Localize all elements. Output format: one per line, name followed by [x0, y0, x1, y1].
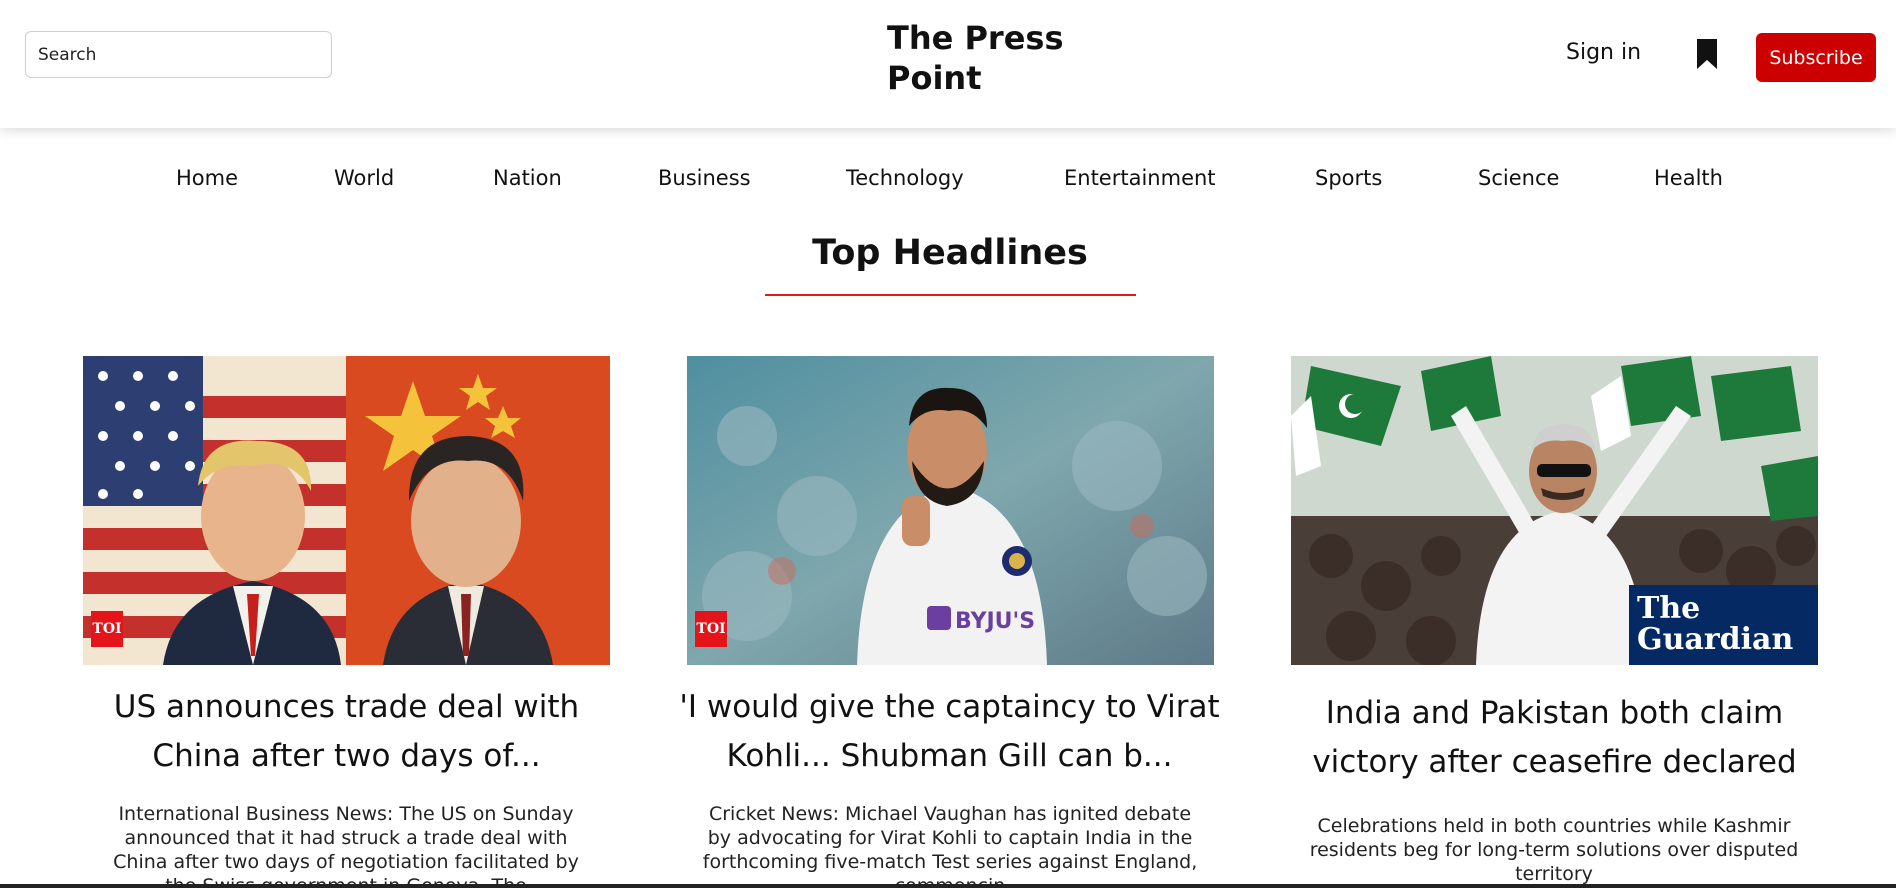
- article-title[interactable]: 'I would give the captaincy to Virat Koh…: [677, 683, 1222, 781]
- search-input[interactable]: [25, 31, 332, 78]
- nav-item-sports[interactable]: Sports: [1315, 166, 1382, 190]
- nav-item-health[interactable]: Health: [1654, 166, 1723, 190]
- guardian-logo: The Guardian: [1629, 585, 1818, 665]
- nav-item-home[interactable]: Home: [176, 166, 238, 190]
- nav-item-world[interactable]: World: [334, 166, 394, 190]
- site-header: The Press Point Sign in Subscribe: [0, 0, 1896, 128]
- article-image[interactable]: BYJU'S TOI: [687, 356, 1214, 665]
- toi-logo: TOI: [695, 611, 727, 647]
- window-bottom-edge: [0, 884, 1896, 888]
- category-nav: Home World Nation Business Technology En…: [0, 160, 1896, 196]
- article-description: Celebrations held in both countries whil…: [1309, 815, 1799, 885]
- site-logo[interactable]: The Press Point: [887, 18, 1127, 98]
- nav-item-business[interactable]: Business: [658, 166, 751, 190]
- article-description: Cricket News: Michael Vaughan has ignite…: [702, 803, 1198, 888]
- nav-item-nation[interactable]: Nation: [493, 166, 562, 190]
- toi-logo: TOI: [91, 611, 123, 647]
- article-description: International Business News: The US on S…: [113, 803, 579, 888]
- title-underline: [765, 294, 1136, 296]
- bookmark-icon[interactable]: [1696, 38, 1718, 70]
- article-title[interactable]: India and Pakistan both claim victory af…: [1282, 689, 1827, 787]
- nav-item-science[interactable]: Science: [1478, 166, 1559, 190]
- section-title: Top Headlines: [812, 233, 1088, 273]
- article-image[interactable]: The Guardian: [1291, 356, 1818, 665]
- subscribe-button[interactable]: Subscribe: [1756, 33, 1876, 82]
- nav-item-technology[interactable]: Technology: [846, 166, 964, 190]
- article-title[interactable]: US announces trade deal with China after…: [74, 683, 619, 781]
- nav-item-entertainment[interactable]: Entertainment: [1064, 166, 1216, 190]
- article-image[interactable]: TOI: [83, 356, 610, 665]
- sign-in-link[interactable]: Sign in: [1566, 40, 1641, 65]
- svg-text:BYJU'S: BYJU'S: [955, 609, 1035, 634]
